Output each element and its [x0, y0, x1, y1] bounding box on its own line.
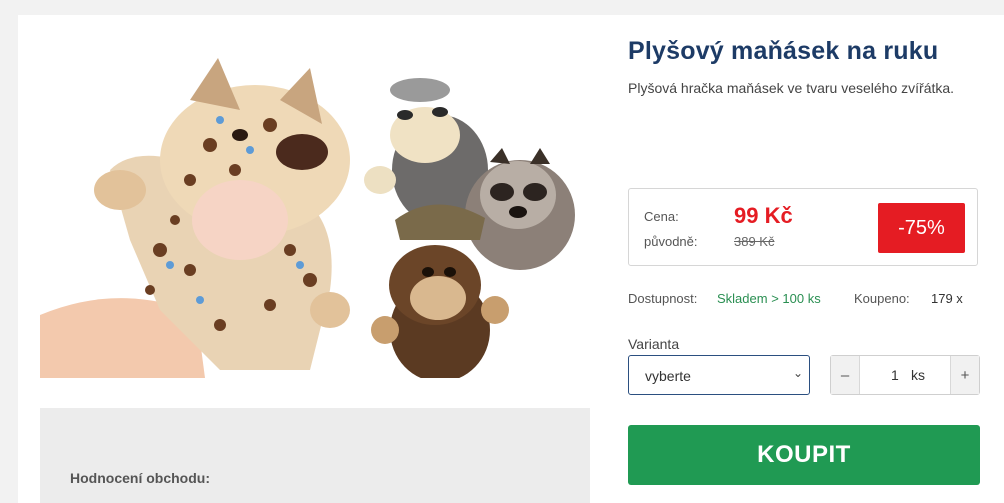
sold-label: Koupeno: [854, 291, 910, 306]
product-title: Plyšový maňásek na ruku [628, 37, 939, 65]
discount-badge: -75% [878, 203, 965, 253]
variant-select[interactable]: vyberte ⌄ [628, 355, 810, 395]
chevron-down-icon: ⌄ [792, 366, 803, 380]
quantity-decrease-button[interactable]: – [831, 356, 860, 394]
availability-value: Skladem > 100 ks [717, 291, 821, 306]
price-original-label: původně: [644, 234, 698, 249]
product-image[interactable] [40, 40, 578, 378]
product-photo [40, 58, 575, 378]
quantity-input[interactable]: 1 [891, 367, 899, 383]
price-original-value: 389 Kč [734, 234, 775, 249]
quantity-increase-button[interactable]: + [950, 356, 979, 394]
rating-panel [40, 408, 590, 503]
quantity-unit: ks [911, 367, 925, 383]
price-current-label: Cena: [644, 209, 679, 224]
rating-label: Hodnocení obchodu: [70, 470, 210, 486]
variant-label: Varianta [628, 336, 680, 352]
price-current-value: 99 Kč [734, 203, 793, 228]
product-subtitle: Plyšová hračka maňásek ve tvaru veselého… [628, 80, 955, 96]
availability-label: Dostupnost: [628, 291, 698, 306]
buy-button[interactable]: KOUPIT [628, 425, 980, 485]
variant-selected-value: vyberte [645, 368, 691, 384]
sold-value: 179 x [931, 291, 963, 306]
quantity-stepper[interactable]: – 1 ks + [830, 355, 980, 395]
